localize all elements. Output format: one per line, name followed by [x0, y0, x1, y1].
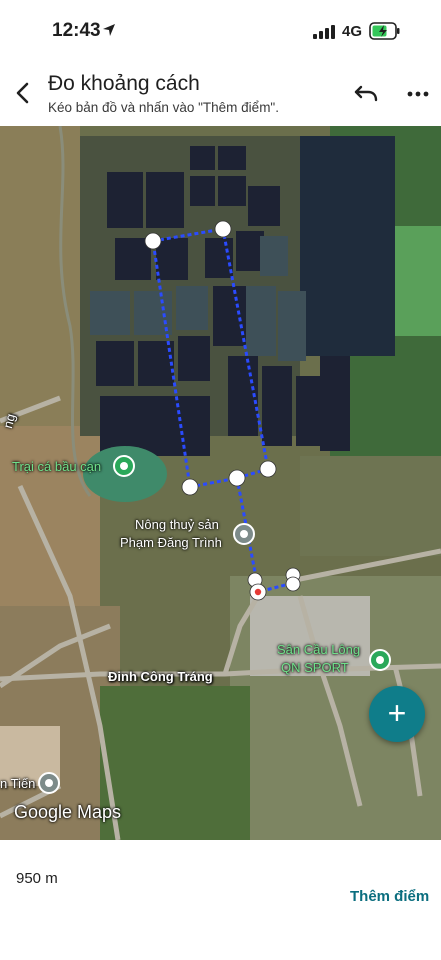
total-distance: 950 m: [16, 870, 58, 887]
place-pin-icon[interactable]: [233, 523, 255, 545]
measure-point: [181, 478, 199, 496]
measure-point: [144, 232, 162, 250]
sport-pin-icon[interactable]: [369, 649, 391, 671]
measure-point: [285, 576, 301, 592]
place-edge-label: n Tiến: [0, 776, 36, 791]
page-title: Đo khoảng cách: [48, 72, 200, 95]
location-arrow-icon: [103, 24, 115, 36]
poi-agri-line1[interactable]: Nông thuỷ sản: [135, 516, 219, 534]
add-point-button[interactable]: Thêm điểm: [350, 888, 429, 905]
place-pin-icon[interactable]: [38, 772, 60, 794]
fish-pin-icon[interactable]: [113, 455, 135, 477]
measure-point: [259, 460, 277, 478]
add-point-fab[interactable]: +: [369, 686, 425, 742]
page-subtitle: Kéo bản đồ và nhấn vào "Thêm điểm".: [48, 100, 279, 115]
back-arrow-icon[interactable]: [8, 78, 38, 108]
undo-icon[interactable]: [352, 82, 380, 106]
poi-fish-farm-label[interactable]: Trại cá bầu cạn: [12, 458, 101, 476]
signal-bars-icon: [313, 25, 335, 39]
measure-point: [228, 469, 246, 487]
network-type: 4G: [342, 23, 363, 40]
measure-point: [214, 220, 232, 238]
app-header: Đo khoảng cách Kéo bản đồ và nhấn vào "T…: [0, 62, 441, 126]
bottom-panel: 950 m Thêm điểm: [0, 840, 441, 960]
poi-badminton-line2[interactable]: QN SPORT: [281, 659, 349, 677]
more-vert-icon[interactable]: [404, 82, 432, 106]
poi-agri-line2[interactable]: Phạm Đăng Trình: [120, 534, 222, 552]
status-bar: 12:43 4G: [0, 0, 441, 60]
status-time: 12:43: [52, 20, 101, 41]
battery-charging-icon: [369, 22, 400, 40]
poi-badminton-line1[interactable]: Sân Cầu Lông: [277, 641, 360, 659]
plus-icon: +: [387, 695, 407, 731]
google-maps-logo: Google Maps: [14, 802, 122, 822]
road-label: Đinh Công Tráng: [108, 669, 213, 684]
